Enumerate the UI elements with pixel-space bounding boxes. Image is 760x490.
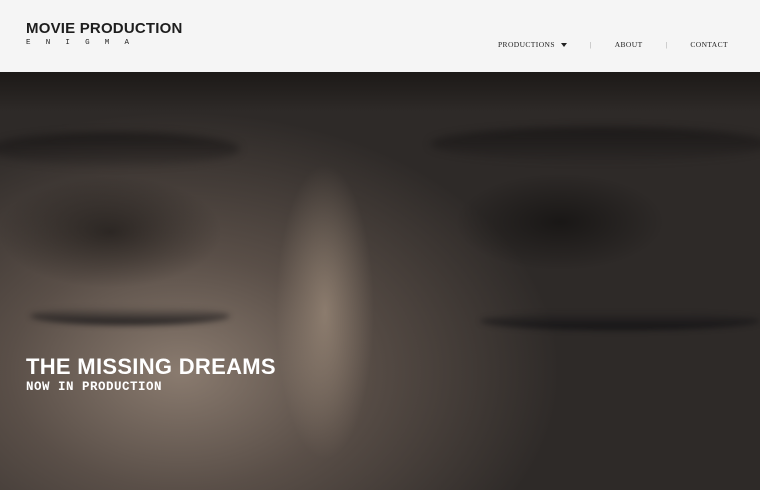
hero-image-right-eye bbox=[480, 312, 760, 330]
nav-separator: | bbox=[665, 40, 668, 49]
nav-item-contact[interactable]: CONTACT bbox=[690, 40, 728, 49]
nav-item-productions[interactable]: PRODUCTIONS bbox=[498, 40, 567, 49]
hero-image-left-brow bbox=[0, 132, 240, 166]
main-nav: PRODUCTIONS | ABOUT | CONTACT bbox=[498, 40, 728, 49]
caret-down-icon[interactable] bbox=[560, 42, 567, 47]
nav-separator: | bbox=[589, 40, 592, 49]
hero-image-right-brow bbox=[430, 127, 760, 161]
brand-title[interactable]: MOVIE PRODUCTION bbox=[26, 20, 183, 37]
site-header: MOVIE PRODUCTION ENIGMA PRODUCTIONS | AB… bbox=[0, 0, 760, 72]
nav-item-label[interactable]: CONTACT bbox=[690, 40, 728, 49]
nav-item-label[interactable]: ABOUT bbox=[615, 40, 643, 49]
nav-item-label[interactable]: PRODUCTIONS bbox=[498, 40, 555, 49]
hero-banner: THE MISSING DREAMS NOW IN PRODUCTION bbox=[0, 72, 760, 490]
brand-logo[interactable]: MOVIE PRODUCTION ENIGMA bbox=[26, 20, 183, 48]
hero-title: THE MISSING DREAMS bbox=[26, 354, 276, 379]
hero-image-left-eye bbox=[30, 307, 230, 325]
nav-item-about[interactable]: ABOUT bbox=[615, 40, 643, 49]
hero-subtitle: NOW IN PRODUCTION bbox=[26, 380, 163, 394]
brand-subtitle: ENIGMA bbox=[26, 39, 145, 47]
hero-image-hair bbox=[0, 72, 760, 112]
